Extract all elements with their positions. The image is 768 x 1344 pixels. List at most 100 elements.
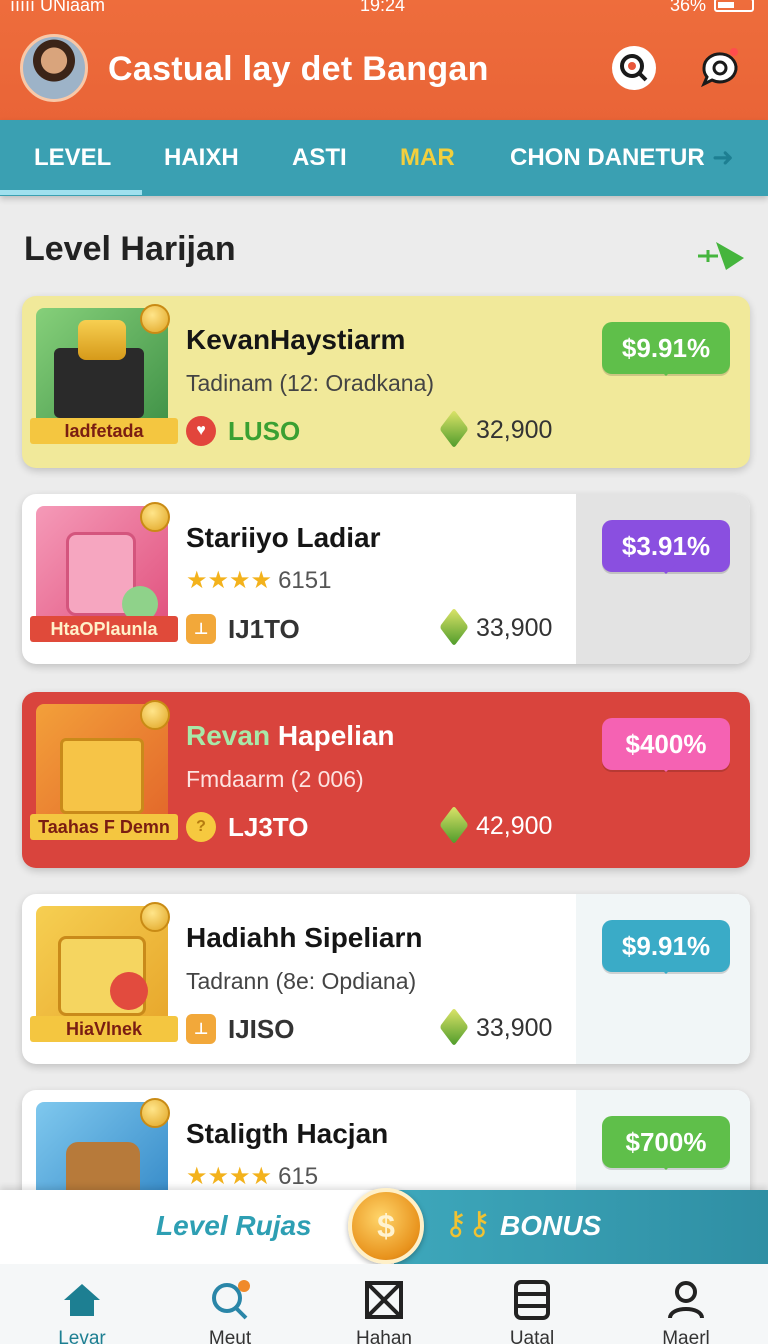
nav-label: Uatal xyxy=(509,1328,555,1344)
tab-mar[interactable]: MAR xyxy=(400,144,455,172)
level-rujas-link[interactable]: Level Rujas xyxy=(156,1210,312,1242)
nav-item-levar[interactable]: Levar xyxy=(22,1264,142,1344)
home-icon xyxy=(64,1284,100,1316)
rating-stars: ★★★★ 615 xyxy=(186,1162,318,1191)
coin-icon xyxy=(140,304,170,334)
coin-icon xyxy=(140,902,170,932)
bottom-navigation: Levar Meut Hahan Uatal Maerl xyxy=(0,1264,768,1344)
item-title-part-2: Hapelian xyxy=(277,720,395,751)
discount-button[interactable]: $700% xyxy=(602,1116,730,1170)
clock: 19:24 xyxy=(360,0,406,15)
rating-count: 615 xyxy=(278,1163,319,1190)
gem-icon xyxy=(439,607,469,647)
ticket-icon: ⊥ xyxy=(186,1014,216,1044)
item-title: Staligth Hacjan xyxy=(186,1118,389,1149)
item-price-value: 42,900 xyxy=(476,812,553,840)
avatar[interactable] xyxy=(20,34,88,102)
item-price: 33,900 xyxy=(439,1007,553,1047)
item-title: Stariiyo Ladiar xyxy=(186,522,381,553)
item-price-value: 32,900 xyxy=(476,416,553,444)
discount-button[interactable]: $9.91% xyxy=(602,322,730,376)
heart-icon: ♥ xyxy=(186,416,216,446)
item-price: 33,900 xyxy=(439,607,553,647)
tab-level[interactable]: LEVEL xyxy=(34,144,111,172)
item-ribbon: Iadfetada xyxy=(30,418,178,444)
ticket-icon: ⊥ xyxy=(186,614,216,644)
gem-icon xyxy=(439,805,469,845)
coin-button[interactable]: $ xyxy=(348,1188,424,1264)
bonus-button[interactable]: BONUS xyxy=(500,1210,601,1242)
ruby-image xyxy=(110,972,148,1010)
nav-label: Maerl xyxy=(662,1328,710,1344)
item-title: Hadiahh Sipeliarn xyxy=(186,922,423,953)
notification-icon[interactable] xyxy=(698,46,742,90)
rating-stars: ★★★★ 6151 xyxy=(186,566,331,595)
item-subtitle: Tadrann (8e: Opdiana) xyxy=(186,968,417,994)
coin-stack-image xyxy=(78,320,126,360)
list-item[interactable]: HiaVlnek Hadiahh Sipeliarn Tadrann (8e: … xyxy=(22,894,750,1064)
nav-label: Hahan xyxy=(356,1328,412,1344)
item-tag: IJISO xyxy=(228,1014,295,1044)
tabs-scroll-arrow-icon[interactable]: ➜ xyxy=(712,142,734,173)
list-item[interactable]: Iadfetada KevanHaystiarm Tadinam (12: Or… xyxy=(22,296,750,468)
coin-symbol: $ xyxy=(377,1207,395,1244)
item-ribbon: HiaVlnek xyxy=(30,1016,178,1042)
status-right: 36% xyxy=(669,0,754,15)
item-subtitle: Fmdaarm (2 006) xyxy=(186,766,364,792)
list-item[interactable]: Taahas F Demn Revan Hapelian Fmdaarm (2 … xyxy=(22,692,750,868)
item-tag: LUSO xyxy=(228,416,301,446)
coin-icon xyxy=(140,502,170,532)
nav-label: Meut xyxy=(208,1328,252,1344)
search-icon[interactable] xyxy=(612,46,656,90)
tab-haixh[interactable]: HAIXH xyxy=(164,144,239,172)
gem-icon xyxy=(439,409,469,449)
app-header: ııııı UNiaam 19:24 36% Castual lay det B… xyxy=(0,0,768,120)
item-ribbon: HtaOPlaunla xyxy=(30,616,178,642)
nav-item-meut[interactable]: Meut xyxy=(170,1264,290,1344)
item-price: 42,900 xyxy=(439,805,553,845)
nav-item-maerl[interactable]: Maerl xyxy=(626,1264,746,1344)
status-bar: ııııı UNiaam 19:24 36% xyxy=(0,0,768,18)
discount-button[interactable]: $400% xyxy=(602,718,730,772)
item-ribbon: Taahas F Demn xyxy=(30,814,178,840)
item-title: Revan Hapelian xyxy=(186,720,395,752)
coin-icon xyxy=(140,1098,170,1128)
box-icon xyxy=(365,1281,403,1319)
item-title: KevanHaystiarm xyxy=(186,324,406,355)
list-item[interactable]: HtaOPlaunla Stariiyo Ladiar ★★★★ 6151 ⊥ I… xyxy=(22,494,750,664)
nav-item-hahan[interactable]: Hahan xyxy=(324,1264,444,1344)
item-price-value: 33,900 xyxy=(476,1014,553,1042)
section-arrow-icon[interactable] xyxy=(696,238,746,277)
item-tag: LJ3TO xyxy=(228,812,309,842)
section-title: Level Harijan xyxy=(24,230,236,268)
page-title: Castual lay det Bangan xyxy=(108,50,489,88)
star-icons: ★★★★ xyxy=(186,1163,273,1190)
promo-bar: Level Rujas $ ⚷⚷ BONUS xyxy=(0,1188,768,1264)
discount-button[interactable]: $9.91% xyxy=(602,920,730,974)
item-title-part-1: Revan xyxy=(186,720,271,751)
gift-box-image xyxy=(60,738,144,814)
item-subtitle: Tadinam (12: Oradkana) xyxy=(186,370,435,396)
coin-icon xyxy=(140,700,170,730)
item-price-value: 33,900 xyxy=(476,614,553,642)
profile-icon xyxy=(668,1281,704,1319)
list-icon xyxy=(514,1280,550,1320)
nav-label: Levar xyxy=(58,1328,106,1344)
nav-item-uatal[interactable]: Uatal xyxy=(472,1264,592,1344)
tab-chon-danetur[interactable]: CHON DANETUR xyxy=(510,144,705,172)
item-tag: IJ1TO xyxy=(228,614,300,644)
active-tab-indicator xyxy=(0,190,142,195)
hint-icon: ? xyxy=(186,812,216,842)
carrier-label: ııııı UNiaam xyxy=(10,0,106,15)
tab-bar: LEVEL HAIXH ASTI MAR CHON DANETUR xyxy=(0,120,768,196)
tab-asti[interactable]: ASTI xyxy=(292,144,347,172)
rating-count: 6151 xyxy=(278,567,332,594)
star-icons: ★★★★ xyxy=(186,567,273,594)
battery-icon xyxy=(714,0,754,12)
gem-icon xyxy=(439,1007,469,1047)
discount-button[interactable]: $3.91% xyxy=(602,520,730,574)
battery-percent: 36% xyxy=(669,0,706,15)
search-icon xyxy=(212,1280,250,1320)
keys-icon: ⚷⚷ xyxy=(444,1205,491,1241)
item-price: 32,900 xyxy=(439,409,553,449)
